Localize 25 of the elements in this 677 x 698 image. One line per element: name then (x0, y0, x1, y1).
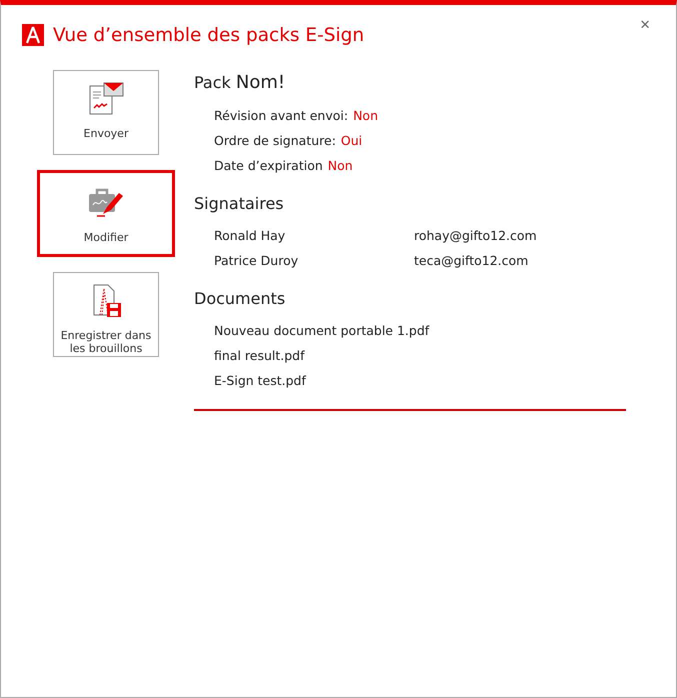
section-heading: Documents (194, 289, 286, 308)
save-action-button[interactable]: Enregistrer dans les brouillons (53, 272, 159, 357)
send-action-button[interactable]: Envoyer (53, 70, 159, 155)
property-value: Non (353, 107, 378, 125)
briefcase-pencil-icon (87, 186, 125, 220)
logo-icon (22, 24, 44, 46)
pack-name: Nom! (236, 72, 286, 93)
signer-email: teca@gifto12.com (414, 252, 528, 270)
property-label: Ordre de signature: (214, 132, 336, 150)
document-name: final result.pdf (214, 347, 305, 365)
signer-name: Patrice Duroy (214, 252, 300, 270)
section-heading: Signataires (194, 194, 285, 213)
property-label: Date d’expiration (214, 157, 323, 175)
property-label: Révision avant envoi: (214, 107, 348, 125)
pack-label: Pack (194, 73, 231, 92)
document-name: Nouveau document portable 1.pdf (214, 322, 430, 340)
property-value: Oui (340, 132, 362, 150)
signer-email: rohay@gifto12.com (414, 227, 537, 245)
window-title: Vue d’ensemble des packs E-Sign (53, 24, 366, 46)
close-button[interactable]: × (634, 15, 656, 35)
document-name: E-Sign test.pdf (214, 372, 306, 390)
signer-name: Ronald Hay (214, 227, 286, 245)
property-value: Non (328, 157, 353, 175)
edit-action-button[interactable]: Modifier (37, 170, 175, 257)
signed-letter-icon (88, 82, 124, 116)
